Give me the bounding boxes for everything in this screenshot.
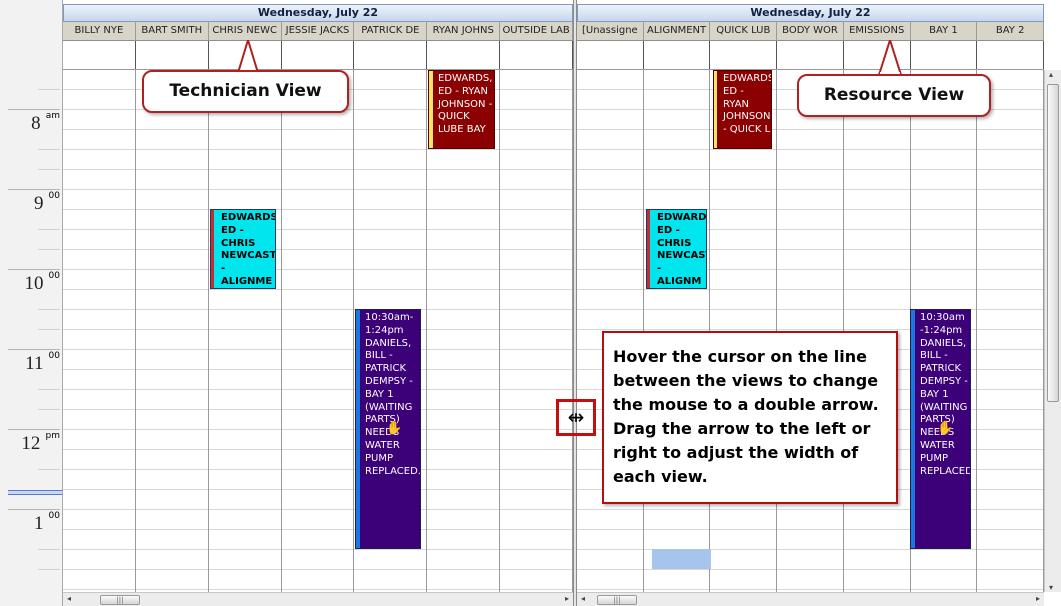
left-scroll-thumb[interactable]: ||| [100,595,140,605]
left-day-header[interactable]: Wednesday, July 22 [63,4,573,22]
column-header-body-wor[interactable]: BODY WOR [777,22,844,40]
instructions-callout: Hover the cursor on the line between the… [602,331,898,504]
column-header-unassigned[interactable]: [Unassigne [577,22,644,40]
column-header-bay-2[interactable]: BAY 2 [977,22,1045,40]
right-column-headers: [Unassigne ALIGNMENT QUICK LUB BODY WOR … [577,22,1045,41]
scroll-down-arrow-icon[interactable]: ▾ [1049,583,1053,592]
vertical-scrollbar[interactable]: ▴ ▾ [1044,70,1061,592]
technician-callout-pointer [236,40,260,74]
column-header-bart-smith[interactable]: BART SMITH [136,22,209,40]
hand-cursor-icon: ✋ [937,421,954,436]
appointment-right-alignment[interactable]: EDWARDS, ED - CHRIS NEWCASTLE - ALIGNM [646,209,707,289]
resource-view-callout: Resource View [797,74,991,117]
right-day-header[interactable]: Wednesday, July 22 [577,4,1044,22]
scroll-left-arrow-icon[interactable]: ◂ [581,594,585,603]
column-header-billy-nye[interactable]: BILLY NYE [63,22,136,40]
time-label-12pm: 12 pm [21,431,60,454]
column-header-ryan-johns[interactable]: RYAN JOHNS [427,22,501,40]
time-label-9: 9 00 [33,191,60,214]
left-all-day-row[interactable] [63,41,574,70]
left-schedule-grid[interactable] [63,70,574,592]
hand-cursor-icon: ✋ [386,421,403,436]
column-header-quick-lub[interactable]: QUICK LUB [710,22,778,40]
time-label-8am: 8 am [31,111,60,134]
column-header-outside-lab[interactable]: OUTSIDE LAB [500,22,574,40]
left-horizontal-scrollbar[interactable]: ◂ ||| ▸ [63,592,573,606]
right-scroll-thumb[interactable]: ||| [597,595,637,605]
scroll-left-arrow-icon[interactable]: ◂ [67,594,71,603]
scroll-up-arrow-icon[interactable]: ▴ [1049,70,1053,79]
column-header-patrick-de[interactable]: PATRICK DE [354,22,428,40]
selected-time-slot[interactable] [652,549,711,569]
right-horizontal-scrollbar[interactable]: ◂ ||| ▸ [577,592,1044,606]
scroll-right-arrow-icon[interactable]: ▸ [1036,594,1040,603]
appointment-left-quick-lube[interactable]: EDWARDS, ED - RYAN JOHNSON - QUICK LUBE … [428,70,495,149]
column-header-jessie-jacks[interactable]: JESSIE JACKS [282,22,355,40]
column-header-bay-1[interactable]: BAY 1 [911,22,978,40]
current-time-indicator [8,490,62,495]
appointment-left-alignment[interactable]: EDWARDS, ED - CHRIS NEWCASTLE - ALIGNME [210,209,276,289]
double-arrow-cursor-icon: ⇹ [567,405,585,429]
scroll-right-arrow-icon[interactable]: ▸ [565,594,569,603]
appointment-right-quick-lube[interactable]: EDWARDS, ED - RYAN JOHNSON - QUICK L [713,70,772,149]
time-label-11: 11 00 [25,351,60,374]
column-header-alignment[interactable]: ALIGNMENT [644,22,711,40]
left-column-headers: BILLY NYE BART SMITH CHRIS NEWC JESSIE J… [63,22,574,41]
technician-view-callout: Technician View [142,70,349,113]
right-all-day-row[interactable] [577,41,1045,70]
time-label-1: 1 00 [33,511,60,534]
double-arrow-cursor-highlight: ⇹ [556,399,596,436]
resource-callout-pointer [877,40,903,76]
vertical-scroll-thumb[interactable] [1047,84,1059,402]
column-header-emissions[interactable]: EMISSIONS [844,22,911,40]
time-label-10: 10 00 [24,271,60,294]
column-header-chris-newc[interactable]: CHRIS NEWC [209,22,282,40]
